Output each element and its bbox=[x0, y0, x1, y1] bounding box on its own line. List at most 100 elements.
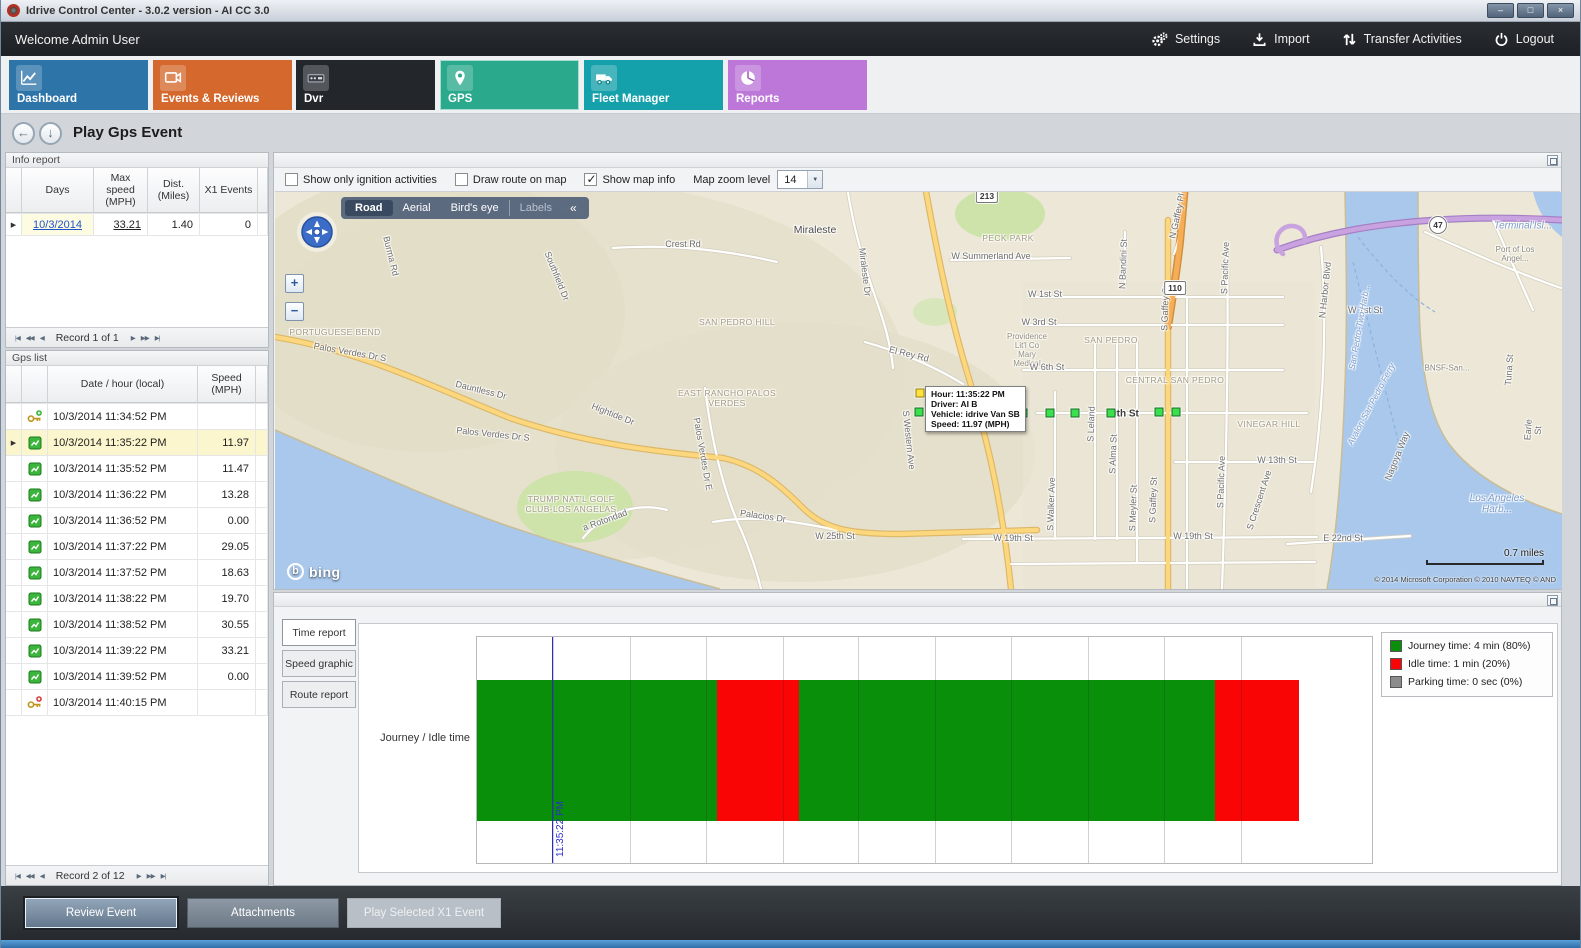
gps-datetime-cell: 10/3/2014 11:35:52 PM bbox=[48, 456, 198, 481]
minimize-button[interactable]: – bbox=[1487, 3, 1514, 18]
info-report-pager-prev-button[interactable]: ◀ bbox=[40, 334, 44, 342]
checkbox-label: Draw route on map bbox=[473, 174, 567, 186]
review-event-button[interactable]: Review Event bbox=[25, 898, 177, 928]
logout-button[interactable]: Logout bbox=[1494, 32, 1554, 47]
gps-datetime-cell: 10/3/2014 11:40:15 PM bbox=[48, 690, 198, 715]
checkbox-show-only-ignition-activities[interactable]: Show only ignition activities bbox=[285, 173, 437, 186]
zoom-out-button[interactable]: − bbox=[285, 302, 304, 321]
nav-tab-label: Events & Reviews bbox=[161, 93, 259, 105]
gps-list-pager-rewind-button[interactable]: ◀◀ bbox=[26, 872, 34, 880]
map-view-tab-labels[interactable]: Labels bbox=[509, 200, 562, 216]
nav-tab-fleet-manager[interactable]: Fleet Manager bbox=[584, 60, 723, 110]
gps-list-pager-last-button[interactable]: ▶| bbox=[161, 872, 166, 880]
checkbox-show-map-info[interactable]: Show map info bbox=[584, 173, 675, 186]
current-position-marker[interactable] bbox=[916, 389, 925, 398]
map-scale: 0.7 miles bbox=[1426, 548, 1544, 565]
tab-route-report[interactable]: Route report bbox=[282, 681, 356, 708]
collapse-map-menu-button[interactable]: « bbox=[562, 201, 585, 215]
settings-button[interactable]: Settings bbox=[1151, 32, 1220, 47]
gps-speed-cell bbox=[198, 404, 256, 429]
close-button[interactable]: × bbox=[1547, 3, 1574, 18]
gps-list-grid: Date / hour (local)Speed (MPH)10/3/2014 … bbox=[6, 366, 268, 716]
checkbox-label: Show only ignition activities bbox=[303, 174, 437, 186]
import-button[interactable]: Import bbox=[1252, 32, 1309, 47]
gps-marker[interactable] bbox=[1071, 409, 1080, 418]
gps-marker[interactable] bbox=[1155, 408, 1164, 417]
gps-point-icon bbox=[22, 560, 48, 585]
gps-list-row[interactable]: 10/3/2014 11:36:52 PM0.00 bbox=[6, 508, 268, 534]
application-window: Idrive Control Center - 3.0.2 version - … bbox=[0, 0, 1581, 948]
filler-cell bbox=[256, 534, 268, 559]
back-button[interactable]: ← bbox=[12, 122, 35, 145]
import-icon bbox=[1252, 32, 1267, 47]
gps-marker[interactable] bbox=[1172, 408, 1181, 417]
info-report-pager-rewind-button[interactable]: ◀◀ bbox=[26, 334, 34, 342]
info-report-pager-last-button[interactable]: ▶| bbox=[155, 334, 160, 342]
map-view-tab-bird-s-eye[interactable]: Bird's eye bbox=[441, 200, 509, 216]
gps-list-row[interactable]: 10/3/2014 11:37:22 PM29.05 bbox=[6, 534, 268, 560]
collapse-map-panel-button[interactable] bbox=[1547, 155, 1558, 166]
collapse-chart-panel-button[interactable] bbox=[1547, 595, 1558, 606]
map-zoom-select[interactable]: 14 ▼ bbox=[777, 170, 823, 189]
tab-time-report[interactable]: Time report bbox=[282, 619, 356, 646]
nav-tab-reports[interactable]: Reports bbox=[728, 60, 867, 110]
highway-shield: 213 bbox=[976, 192, 998, 203]
filler-cell bbox=[256, 638, 268, 663]
scroll-down-button[interactable]: ↓ bbox=[39, 122, 62, 145]
gps-list-row[interactable]: 10/3/2014 11:34:52 PM bbox=[6, 404, 268, 430]
gps-datetime-cell: 10/3/2014 11:38:52 PM bbox=[48, 612, 198, 637]
main-navigation: Dashboard Events & Reviews DvrGPSFleet Man… bbox=[1, 56, 1580, 114]
media-icon bbox=[160, 65, 186, 91]
row-indicator: ▶ bbox=[6, 430, 22, 455]
gps-list-row[interactable]: 10/3/2014 11:39:52 PM0.00 bbox=[6, 664, 268, 690]
gps-datetime-cell: 10/3/2014 11:38:22 PM bbox=[48, 586, 198, 611]
legend-item-idle: Idle time: 1 min (20%) bbox=[1390, 658, 1544, 670]
column-header: Date / hour (local) bbox=[48, 366, 198, 403]
maximize-button[interactable]: □ bbox=[1517, 3, 1544, 18]
nav-tab-events-reviews[interactable]: Events & Reviews bbox=[153, 60, 292, 110]
info-report-pager-forward-button[interactable]: ▶▶ bbox=[141, 334, 149, 342]
nav-tab-dvr[interactable]: Dvr bbox=[296, 60, 435, 110]
gps-datetime-cell: 10/3/2014 11:36:22 PM bbox=[48, 482, 198, 507]
gps-list-row[interactable]: 10/3/2014 11:39:22 PM33.21 bbox=[6, 638, 268, 664]
gps-list-pager-text: Record 2 of 12 bbox=[56, 870, 125, 882]
gps-list-pager-prev-button[interactable]: ◀ bbox=[40, 872, 44, 880]
info-report-row[interactable]: ▶10/3/201433.211.400 bbox=[6, 214, 268, 236]
gps-list-row[interactable]: 10/3/2014 11:35:52 PM11.47 bbox=[6, 456, 268, 482]
zoom-in-button[interactable]: + bbox=[285, 274, 304, 293]
gps-marker[interactable] bbox=[915, 408, 924, 417]
tab-speed-graphic[interactable]: Speed graphic bbox=[282, 650, 356, 677]
gps-point-icon bbox=[22, 508, 48, 533]
nav-tab-gps[interactable]: GPS bbox=[440, 60, 579, 110]
gps-list-row[interactable]: 10/3/2014 11:37:52 PM18.63 bbox=[6, 560, 268, 586]
gps-list-row[interactable]: 10/3/2014 11:36:22 PM13.28 bbox=[6, 482, 268, 508]
attachments-button[interactable]: Attachments bbox=[187, 898, 339, 928]
info-report-pager-next-button[interactable]: ▶ bbox=[131, 334, 135, 342]
map-canvas[interactable]: MiralesteMiraleste DrPeck ParkW Summerla… bbox=[275, 192, 1562, 589]
map-view-tab-road[interactable]: Road bbox=[345, 200, 393, 216]
nav-tab-dashboard[interactable]: Dashboard bbox=[9, 60, 148, 110]
gps-info-tooltip: Hour: 11:35:22 PMDriver: AI BVehicle: id… bbox=[925, 386, 1026, 432]
gps-list-pager-forward-button[interactable]: ▶▶ bbox=[147, 872, 155, 880]
gps-list-pager-first-button[interactable]: |◀ bbox=[15, 872, 20, 880]
gps-list-row[interactable]: 10/3/2014 11:38:22 PM19.70 bbox=[6, 586, 268, 612]
gps-speed-cell: 13.28 bbox=[198, 482, 256, 507]
gps-list-row[interactable]: ▶10/3/2014 11:35:22 PM11.97 bbox=[6, 430, 268, 456]
gps-point-icon bbox=[22, 482, 48, 507]
info-report-pager-first-button[interactable]: |◀ bbox=[15, 334, 20, 342]
map-compass-control[interactable] bbox=[295, 210, 339, 259]
time-cursor[interactable] bbox=[552, 637, 553, 863]
gps-marker[interactable] bbox=[1046, 409, 1055, 418]
checkbox-draw-route-on-map[interactable]: Draw route on map bbox=[455, 173, 567, 186]
gps-list-row[interactable]: 10/3/2014 11:38:52 PM30.55 bbox=[6, 612, 268, 638]
time-cursor-label: 11:35:22 PM bbox=[555, 765, 566, 857]
gps-list-pager-next-button[interactable]: ▶ bbox=[137, 872, 141, 880]
filler-cell bbox=[256, 456, 268, 481]
map-zoom-label: Map zoom level bbox=[693, 174, 770, 186]
transfer-activities-button[interactable]: Transfer Activities bbox=[1342, 32, 1462, 47]
truck-icon bbox=[591, 65, 617, 91]
map-view-tab-aerial[interactable]: Aerial bbox=[393, 200, 441, 216]
gps-speed-cell: 33.21 bbox=[198, 638, 256, 663]
gps-list-row[interactable]: 10/3/2014 11:40:15 PM bbox=[6, 690, 268, 716]
gps-marker[interactable] bbox=[1107, 409, 1116, 418]
